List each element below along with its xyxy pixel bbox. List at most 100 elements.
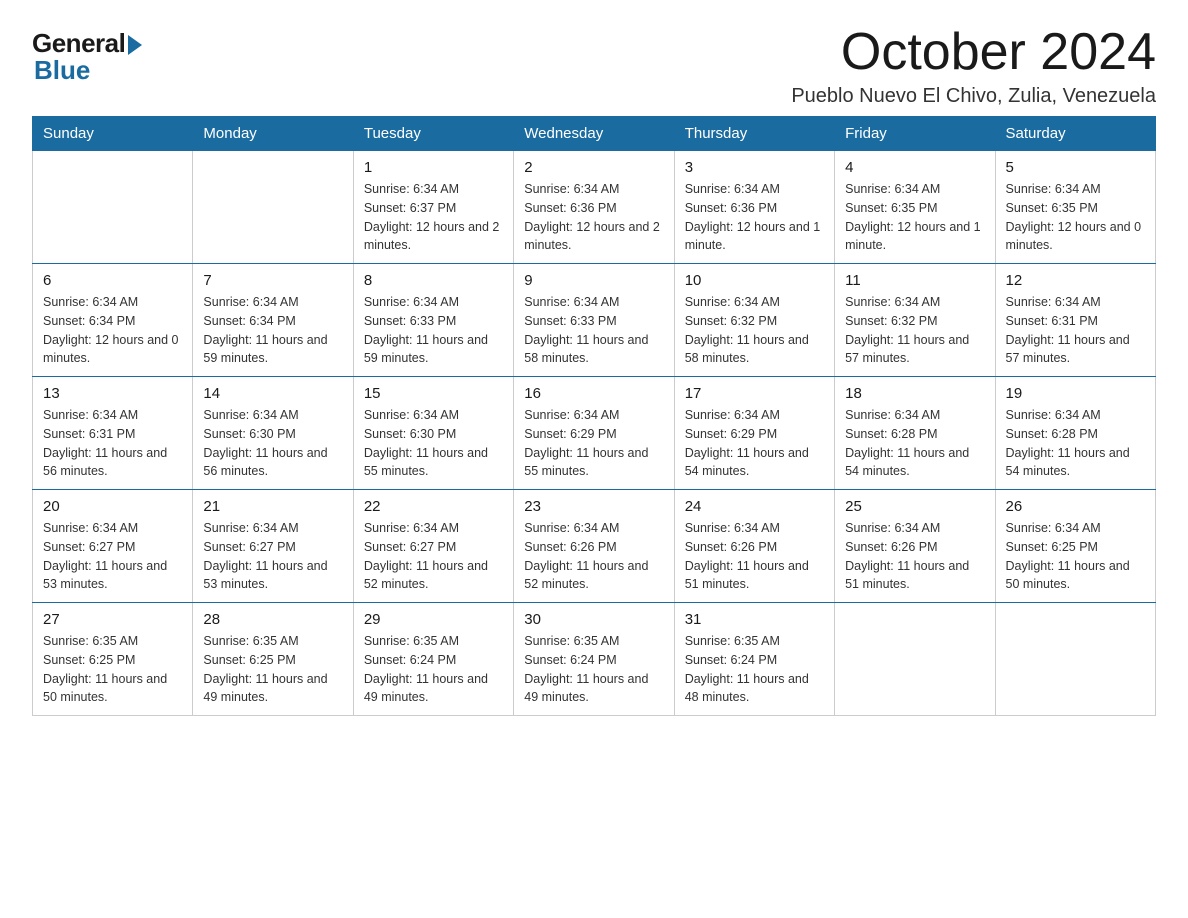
calendar-cell-w3-d4: 16Sunrise: 6:34 AMSunset: 6:29 PMDayligh…	[514, 377, 674, 490]
day-info: Sunrise: 6:34 AMSunset: 6:29 PMDaylight:…	[524, 406, 663, 481]
calendar-cell-w5-d6	[835, 603, 995, 716]
calendar-cell-w2-d5: 10 Sunrise: 6:34 AMSunset: 6:32 PMDayligh…	[674, 264, 834, 377]
day-info: Sunrise: 6:34 AMSunset: 6:31 PMDaylight:…	[1006, 293, 1145, 368]
day-number: 30	[524, 611, 663, 628]
day-number: 12	[1006, 272, 1145, 289]
day-number: 27	[43, 611, 182, 628]
day-number: 25	[845, 498, 984, 515]
calendar-cell-w4-d5: 24 Sunrise: 6:34 AMSunset: 6:26 PMDayligh…	[674, 490, 834, 603]
day-info: Sunrise: 6:34 AMSunset: 6:36 PMDaylight:…	[685, 180, 824, 255]
header-sunday: Sunday	[33, 117, 193, 151]
weekday-header-row: Sunday Monday Tuesday Wednesday Thursday…	[33, 117, 1156, 151]
calendar-table: Sunday Monday Tuesday Wednesday Thursday…	[32, 116, 1156, 716]
day-info: Sunrise: 6:34 AMSunset: 6:31 PMDaylight:…	[43, 406, 182, 481]
calendar-cell-w3-d2: 14 Sunrise: 6:34 AMSunset: 6:30 PMDayligh…	[193, 377, 353, 490]
day-info: Sunrise: 6:35 AMSunset: 6:25 PMDaylight:…	[43, 632, 182, 707]
month-title: October 2024	[791, 24, 1156, 81]
calendar-cell-w2-d6: 11Sunrise: 6:34 AMSunset: 6:32 PMDayligh…	[835, 264, 995, 377]
day-info: Sunrise: 6:34 AMSunset: 6:37 PMDaylight:…	[364, 180, 503, 255]
calendar-cell-w2-d2: 7Sunrise: 6:34 AMSunset: 6:34 PMDaylight…	[193, 264, 353, 377]
day-info: Sunrise: 6:34 AMSunset: 6:33 PMDaylight:…	[364, 293, 503, 368]
calendar-cell-w1-d1	[33, 151, 193, 264]
day-number: 29	[364, 611, 503, 628]
day-info: Sunrise: 6:35 AMSunset: 6:24 PMDaylight:…	[524, 632, 663, 707]
day-number: 17	[685, 385, 824, 402]
day-number: 9	[524, 272, 663, 289]
day-number: 23	[524, 498, 663, 515]
calendar-cell-w5-d4: 30 Sunrise: 6:35 AMSunset: 6:24 PMDayligh…	[514, 603, 674, 716]
header-friday: Friday	[835, 117, 995, 151]
calendar-cell-w5-d5: 31 Sunrise: 6:35 AMSunset: 6:24 PMDayligh…	[674, 603, 834, 716]
calendar-cell-w2-d1: 6 Sunrise: 6:34 AMSunset: 6:34 PMDaylight…	[33, 264, 193, 377]
calendar-cell-w1-d5: 3Sunrise: 6:34 AMSunset: 6:36 PMDaylight…	[674, 151, 834, 264]
calendar-cell-w1-d7: 5 Sunrise: 6:34 AMSunset: 6:35 PMDaylight…	[995, 151, 1155, 264]
calendar-cell-w4-d2: 21Sunrise: 6:34 AMSunset: 6:27 PMDayligh…	[193, 490, 353, 603]
day-info: Sunrise: 6:34 AMSunset: 6:26 PMDaylight:…	[685, 519, 824, 594]
day-number: 22	[364, 498, 503, 515]
day-number: 10	[685, 272, 824, 289]
page-header: General Blue October 2024 Pueblo Nuevo E…	[32, 24, 1156, 108]
calendar-cell-w5-d1: 27 Sunrise: 6:35 AMSunset: 6:25 PMDayligh…	[33, 603, 193, 716]
day-info: Sunrise: 6:34 AMSunset: 6:32 PMDaylight:…	[685, 293, 824, 368]
calendar-cell-w2-d3: 8Sunrise: 6:34 AMSunset: 6:33 PMDaylight…	[353, 264, 513, 377]
header-tuesday: Tuesday	[353, 117, 513, 151]
day-number: 6	[43, 272, 182, 289]
day-info: Sunrise: 6:34 AMSunset: 6:29 PMDaylight:…	[685, 406, 824, 481]
calendar-cell-w4-d7: 26Sunrise: 6:34 AMSunset: 6:25 PMDayligh…	[995, 490, 1155, 603]
day-number: 15	[364, 385, 503, 402]
title-block: October 2024 Pueblo Nuevo El Chivo, Zuli…	[791, 24, 1156, 108]
day-number: 1	[364, 159, 503, 176]
calendar-cell-w1-d6: 4 Sunrise: 6:34 AMSunset: 6:35 PMDaylight…	[835, 151, 995, 264]
logo: General Blue	[32, 28, 142, 86]
day-number: 20	[43, 498, 182, 515]
day-info: Sunrise: 6:34 AMSunset: 6:27 PMDaylight:…	[364, 519, 503, 594]
day-number: 24	[685, 498, 824, 515]
day-info: Sunrise: 6:34 AMSunset: 6:28 PMDaylight:…	[1006, 406, 1145, 481]
day-number: 18	[845, 385, 984, 402]
calendar-cell-w4-d4: 23Sunrise: 6:34 AMSunset: 6:26 PMDayligh…	[514, 490, 674, 603]
day-info: Sunrise: 6:34 AMSunset: 6:35 PMDaylight:…	[1006, 180, 1145, 255]
day-number: 19	[1006, 385, 1145, 402]
day-info: Sunrise: 6:35 AMSunset: 6:24 PMDaylight:…	[364, 632, 503, 707]
day-number: 2	[524, 159, 663, 176]
day-info: Sunrise: 6:34 AMSunset: 6:27 PMDaylight:…	[43, 519, 182, 594]
calendar-cell-w3-d6: 18 Sunrise: 6:34 AMSunset: 6:28 PMDayligh…	[835, 377, 995, 490]
calendar-cell-w4-d3: 22 Sunrise: 6:34 AMSunset: 6:27 PMDayligh…	[353, 490, 513, 603]
calendar-cell-w4-d6: 25 Sunrise: 6:34 AMSunset: 6:26 PMDayligh…	[835, 490, 995, 603]
calendar-cell-w3-d5: 17 Sunrise: 6:34 AMSunset: 6:29 PMDayligh…	[674, 377, 834, 490]
day-info: Sunrise: 6:34 AMSunset: 6:33 PMDaylight:…	[524, 293, 663, 368]
day-number: 14	[203, 385, 342, 402]
calendar-cell-w3-d7: 19 Sunrise: 6:34 AMSunset: 6:28 PMDayligh…	[995, 377, 1155, 490]
day-number: 5	[1006, 159, 1145, 176]
week-row-2: 6 Sunrise: 6:34 AMSunset: 6:34 PMDaylight…	[33, 264, 1156, 377]
week-row-3: 13 Sunrise: 6:34 AMSunset: 6:31 PMDayligh…	[33, 377, 1156, 490]
header-saturday: Saturday	[995, 117, 1155, 151]
week-row-4: 20 Sunrise: 6:34 AMSunset: 6:27 PMDayligh…	[33, 490, 1156, 603]
week-row-1: 1 Sunrise: 6:34 AMSunset: 6:37 PMDaylight…	[33, 151, 1156, 264]
week-row-5: 27 Sunrise: 6:35 AMSunset: 6:25 PMDayligh…	[33, 603, 1156, 716]
calendar-cell-w2-d4: 9 Sunrise: 6:34 AMSunset: 6:33 PMDaylight…	[514, 264, 674, 377]
day-info: Sunrise: 6:34 AMSunset: 6:36 PMDaylight:…	[524, 180, 663, 255]
day-info: Sunrise: 6:34 AMSunset: 6:35 PMDaylight:…	[845, 180, 984, 255]
day-number: 13	[43, 385, 182, 402]
day-info: Sunrise: 6:34 AMSunset: 6:28 PMDaylight:…	[845, 406, 984, 481]
day-info: Sunrise: 6:34 AMSunset: 6:30 PMDaylight:…	[203, 406, 342, 481]
calendar-cell-w4-d1: 20 Sunrise: 6:34 AMSunset: 6:27 PMDayligh…	[33, 490, 193, 603]
day-info: Sunrise: 6:35 AMSunset: 6:24 PMDaylight:…	[685, 632, 824, 707]
day-number: 31	[685, 611, 824, 628]
calendar-cell-w5-d7	[995, 603, 1155, 716]
day-info: Sunrise: 6:34 AMSunset: 6:27 PMDaylight:…	[203, 519, 342, 594]
day-info: Sunrise: 6:35 AMSunset: 6:25 PMDaylight:…	[203, 632, 342, 707]
calendar-cell-w5-d3: 29 Sunrise: 6:35 AMSunset: 6:24 PMDayligh…	[353, 603, 513, 716]
day-info: Sunrise: 6:34 AMSunset: 6:34 PMDaylight:…	[203, 293, 342, 368]
header-wednesday: Wednesday	[514, 117, 674, 151]
day-number: 4	[845, 159, 984, 176]
day-info: Sunrise: 6:34 AMSunset: 6:34 PMDaylight:…	[43, 293, 182, 368]
day-info: Sunrise: 6:34 AMSunset: 6:26 PMDaylight:…	[845, 519, 984, 594]
calendar-cell-w3-d1: 13 Sunrise: 6:34 AMSunset: 6:31 PMDayligh…	[33, 377, 193, 490]
day-info: Sunrise: 6:34 AMSunset: 6:25 PMDaylight:…	[1006, 519, 1145, 594]
day-info: Sunrise: 6:34 AMSunset: 6:30 PMDaylight:…	[364, 406, 503, 481]
header-thursday: Thursday	[674, 117, 834, 151]
calendar-cell-w3-d3: 15 Sunrise: 6:34 AMSunset: 6:30 PMDayligh…	[353, 377, 513, 490]
location-title: Pueblo Nuevo El Chivo, Zulia, Venezuela	[791, 85, 1156, 108]
